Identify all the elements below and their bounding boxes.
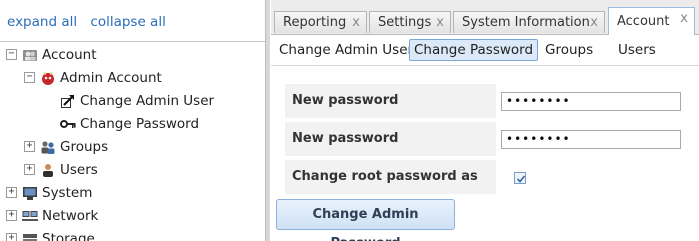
tab-reporting[interactable]: Reporting x bbox=[274, 11, 367, 33]
checkmark-icon bbox=[516, 175, 526, 183]
expand-toggle-icon[interactable]: + bbox=[6, 233, 17, 241]
tree-item-account[interactable]: − Account bbox=[6, 43, 97, 66]
expand-toggle-icon[interactable]: + bbox=[6, 187, 17, 198]
expand-toggle-icon[interactable]: + bbox=[24, 141, 35, 152]
expand-toggle-icon[interactable]: + bbox=[24, 164, 35, 175]
tree-item-label: Groups bbox=[60, 138, 109, 155]
tree-item-network[interactable]: + Network bbox=[6, 204, 98, 227]
expand-toggle-icon[interactable]: + bbox=[6, 210, 17, 221]
collapse-all-link[interactable]: collapse all bbox=[90, 14, 165, 30]
tree: − Account − Admin Account Change Admin U… bbox=[0, 42, 265, 241]
sub-tab-bar: Change Admin User Change Password Groups… bbox=[271, 35, 699, 65]
tab-label: Settings bbox=[378, 15, 432, 30]
users-group-icon bbox=[23, 49, 37, 61]
tree-item-label: Users bbox=[60, 161, 98, 178]
root-password-label: Change root password as well bbox=[285, 160, 496, 218]
tree-item-label: Change Admin User bbox=[80, 92, 215, 109]
tree-item-label: Admin Account bbox=[60, 69, 162, 86]
tab-label: Account bbox=[617, 14, 670, 29]
navigation-tree-panel: expand all collapse all − Account − Admi… bbox=[0, 0, 265, 241]
tree-item-users[interactable]: + Users bbox=[24, 158, 98, 181]
close-icon[interactable]: x bbox=[352, 15, 360, 30]
new-password-row: New password •••••••• bbox=[285, 84, 699, 118]
tree-item-system[interactable]: + System bbox=[6, 181, 92, 204]
app-root: expand all collapse all − Account − Admi… bbox=[0, 0, 699, 241]
tree-item-admin-account[interactable]: − Admin Account bbox=[24, 66, 162, 89]
tree-item-change-password[interactable]: Change Password bbox=[60, 112, 199, 135]
tree-item-label: Network bbox=[42, 207, 99, 224]
subtab-change-admin-user[interactable]: Change Admin User bbox=[275, 40, 417, 60]
key-icon bbox=[60, 119, 76, 128]
group-icon bbox=[41, 140, 55, 154]
new-password-input[interactable]: •••••••• bbox=[501, 92, 681, 111]
tab-settings[interactable]: Settings x bbox=[369, 11, 451, 33]
tree-item-change-admin-user[interactable]: Change Admin User bbox=[60, 89, 214, 112]
close-icon[interactable]: x bbox=[436, 15, 444, 30]
root-password-row: Change root password as well bbox=[285, 160, 699, 218]
bsd-daemon-icon bbox=[42, 70, 54, 85]
subtab-groups[interactable]: Groups bbox=[541, 40, 597, 60]
close-icon[interactable]: x bbox=[680, 11, 688, 26]
collapse-toggle-icon[interactable]: − bbox=[24, 72, 35, 83]
tab-bar: Reporting x Settings x System Informatio… bbox=[271, 0, 699, 35]
change-admin-password-button[interactable]: Change Admin Password bbox=[276, 199, 455, 241]
tree-item-label: Change Password bbox=[80, 115, 200, 132]
tree-controls: expand all collapse all bbox=[7, 14, 175, 30]
tab-system-information[interactable]: System Information x bbox=[453, 11, 605, 33]
close-icon[interactable]: x bbox=[590, 15, 598, 30]
tree-item-storage[interactable]: + Storage bbox=[6, 227, 95, 241]
tree-item-label: Storage bbox=[42, 230, 95, 241]
tree-item-groups[interactable]: + Groups bbox=[24, 135, 108, 158]
network-icon bbox=[22, 210, 38, 221]
user-icon bbox=[43, 163, 53, 177]
subtab-users[interactable]: Users bbox=[614, 40, 660, 60]
tab-label: Reporting bbox=[283, 15, 347, 30]
divider bbox=[271, 65, 699, 66]
panel-splitter[interactable] bbox=[265, 0, 270, 241]
main-panel: Reporting x Settings x System Informatio… bbox=[271, 0, 699, 241]
edit-arrow-icon bbox=[61, 94, 74, 108]
confirm-password-label: New password confirmation bbox=[285, 122, 496, 180]
system-icon bbox=[23, 186, 37, 200]
tab-account[interactable]: Account x bbox=[608, 7, 695, 35]
expand-all-link[interactable]: expand all bbox=[7, 14, 77, 30]
storage-icon bbox=[23, 233, 37, 241]
tree-item-label: System bbox=[42, 184, 93, 201]
confirm-password-input[interactable]: •••••••• bbox=[501, 130, 681, 149]
confirm-password-row: New password confirmation •••••••• bbox=[285, 122, 699, 180]
subtab-change-password[interactable]: Change Password bbox=[409, 39, 539, 61]
collapse-toggle-icon[interactable]: − bbox=[6, 49, 17, 60]
tree-item-label: Account bbox=[42, 46, 97, 63]
tab-label: System Information bbox=[462, 15, 590, 30]
new-password-label: New password bbox=[285, 84, 496, 118]
root-password-checkbox[interactable] bbox=[514, 172, 526, 184]
